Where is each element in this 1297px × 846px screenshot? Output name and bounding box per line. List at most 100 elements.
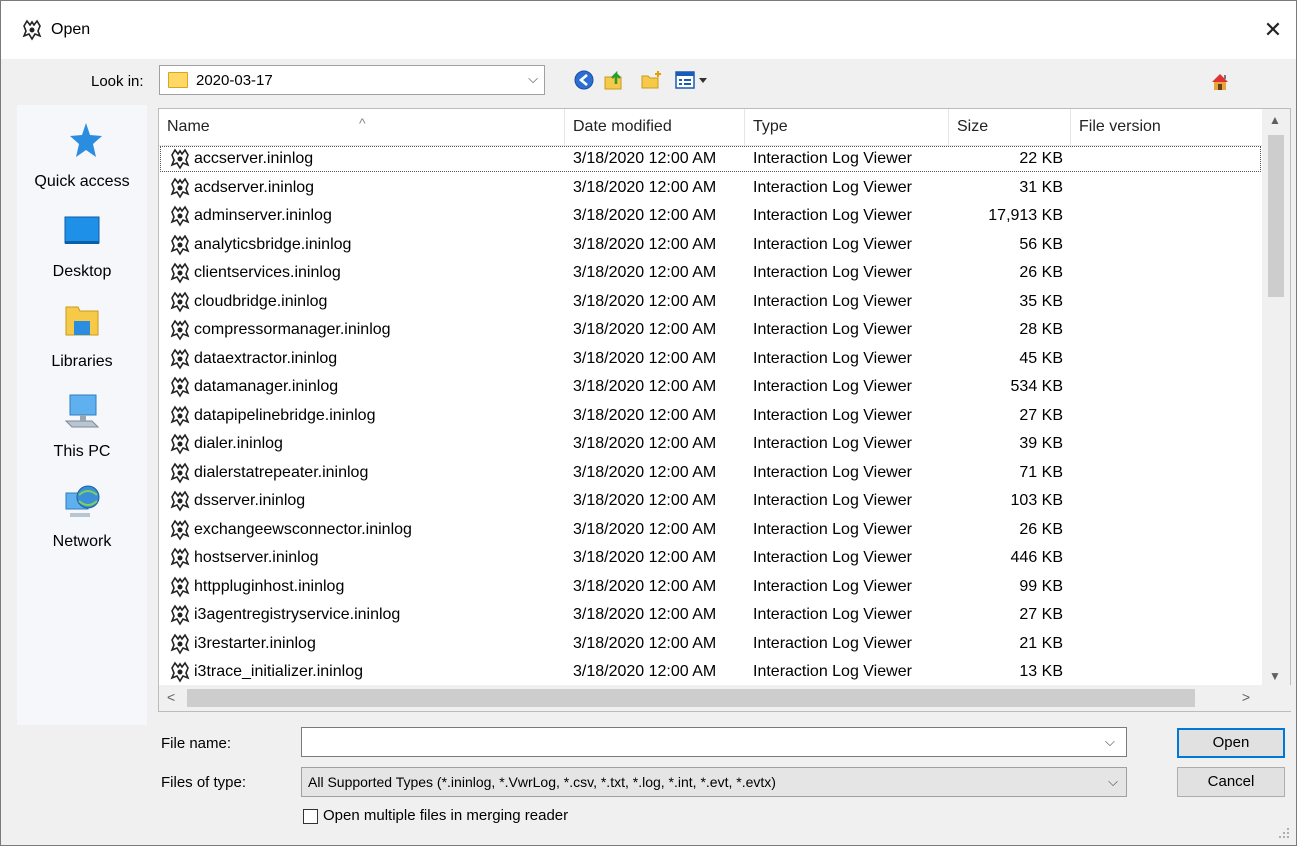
place-this-pc[interactable]: This PC [17, 391, 147, 471]
scroll-right-icon[interactable]: > [1242, 689, 1250, 705]
merge-checkbox-label[interactable]: Open multiple files in merging reader [323, 807, 568, 824]
log-file-icon [170, 148, 190, 170]
file-row[interactable]: dataextractor.ininlog 3/18/2020 12:00 AM I… [159, 345, 1262, 373]
file-name-cell: i3agentregistryservice.ininlog [169, 601, 565, 629]
chevron-down-icon: ⌵ [528, 71, 538, 86]
place-label: Quick access [34, 173, 130, 190]
vertical-scrollbar[interactable]: ▲ ▼ [1262, 109, 1290, 687]
file-type-cell: Interaction Log Viewer [753, 178, 912, 196]
file-row[interactable]: cloudbridge.ininlog 3/18/2020 12:00 AM Int… [159, 288, 1262, 316]
file-row[interactable]: compressormanager.ininlog 3/18/2020 12:00… [159, 316, 1262, 344]
chevron-down-icon[interactable]: ⌵ [1105, 734, 1115, 750]
file-row[interactable]: datapipelinebridge.ininlog 3/18/2020 12:0… [159, 402, 1262, 430]
file-date-cell: 3/18/2020 12:00 AM [573, 549, 717, 566]
file-row[interactable]: dsserver.ininlog 3/18/2020 12:00 AM Intera… [159, 487, 1262, 515]
file-date-cell: 3/18/2020 12:00 AM [573, 264, 717, 281]
file-size-cell: 17,913 KB [988, 207, 1063, 224]
file-row[interactable]: i3agentregistryservice.ininlog 3/18/2020 … [159, 601, 1262, 629]
file-type-label: Files of type: [161, 774, 247, 791]
file-size-cell: 103 KB [1010, 492, 1063, 509]
log-file-icon [170, 490, 190, 512]
file-row[interactable]: hostserver.ininlog 3/18/2020 12:00 AM Inte… [159, 544, 1262, 572]
file-row[interactable]: analyticsbridge.ininlog 3/18/2020 12:00 A… [159, 231, 1262, 259]
file-row[interactable]: dialerstatrepeater.ininlog 3/18/2020 12:0… [159, 459, 1262, 487]
column-header-type[interactable]: Type [745, 109, 949, 145]
log-file-icon [170, 319, 190, 341]
place-label: Network [52, 533, 112, 550]
scroll-thumb[interactable] [1268, 135, 1284, 297]
file-date-cell: 3/18/2020 12:00 AM [573, 207, 717, 224]
network-icon [65, 485, 100, 517]
file-row[interactable]: accserver.ininlog 3/18/2020 12:00 AM Inter… [159, 145, 1262, 173]
file-size-cell: 27 KB [1019, 406, 1063, 424]
file-type-cell: Interaction Log Viewer [753, 378, 912, 395]
file-row[interactable]: exchangeewsconnector.ininlog 3/18/2020 12… [159, 516, 1262, 544]
scroll-up-icon[interactable]: ▲ [1269, 113, 1281, 127]
close-button[interactable]: ✕ [1250, 1, 1296, 59]
horizontal-scroll-thumb[interactable] [187, 689, 1195, 707]
file-size-cell: 27 KB [1019, 606, 1063, 623]
file-size-cell: 39 KB [1019, 435, 1063, 452]
file-name-cell: acdserver.ininlog [169, 174, 565, 202]
file-name-cell: adminserver.ininlog [169, 202, 565, 230]
scroll-down-icon[interactable]: ▼ [1269, 669, 1281, 683]
file-type-cell: Interaction Log Viewer [753, 577, 912, 595]
place-quick-access[interactable]: Quick access [17, 121, 147, 201]
computer-icon [64, 394, 100, 428]
file-size-cell: 534 KB [1010, 378, 1063, 395]
look-in-dropdown[interactable]: 2020-03-17 ⌵ [159, 65, 545, 95]
libraries-icon [65, 306, 99, 336]
back-icon[interactable] [573, 69, 595, 91]
file-row[interactable]: adminserver.ininlog 3/18/2020 12:00 AM Int… [159, 202, 1262, 230]
place-desktop[interactable]: Desktop [17, 211, 147, 291]
file-size-cell: 35 KB [1019, 292, 1063, 310]
log-file-icon [170, 547, 190, 569]
file-row[interactable]: clientservices.ininlog 3/18/2020 12:00 AM… [159, 259, 1262, 287]
file-name-cell: dsserver.ininlog [169, 487, 565, 515]
file-date-cell: 3/18/2020 12:00 AM [573, 463, 717, 481]
file-row[interactable]: i3restarter.ininlog 3/18/2020 12:00 AM Int… [159, 630, 1262, 658]
file-type-cell: Interaction Log Viewer [753, 520, 912, 538]
merge-checkbox[interactable] [303, 809, 318, 824]
home-icon[interactable] [1209, 71, 1231, 93]
log-file-icon [170, 576, 190, 598]
column-header-file-version[interactable]: File version [1071, 109, 1262, 145]
file-name-label: File name: [161, 735, 232, 752]
file-date-cell: 3/18/2020 12:00 AM [573, 235, 717, 253]
log-file-icon [170, 661, 190, 683]
scroll-left-icon[interactable]: < [167, 689, 175, 705]
view-menu-icon[interactable] [674, 69, 714, 91]
file-date-cell: 3/18/2020 12:00 AM [573, 520, 717, 538]
file-row[interactable]: httppluginhost.ininlog 3/18/2020 12:00 AM… [159, 573, 1262, 601]
file-date-cell: 3/18/2020 12:00 AM [573, 663, 717, 680]
file-type-cell: Interaction Log Viewer [753, 150, 912, 167]
file-list[interactable]: ^ Name Date modified Type Size File vers… [158, 108, 1292, 712]
up-folder-icon[interactable] [603, 69, 625, 91]
open-button[interactable]: Open [1177, 728, 1285, 758]
resize-grip-icon[interactable] [1278, 827, 1290, 839]
file-type-dropdown[interactable]: All Supported Types (*.ininlog, *.VwrLog… [301, 767, 1127, 797]
file-date-cell: 3/18/2020 12:00 AM [573, 577, 717, 595]
place-network[interactable]: Network [17, 481, 147, 561]
file-name-cell: accserver.ininlog [169, 145, 565, 173]
file-row[interactable]: datamanager.ininlog 3/18/2020 12:00 AM Int… [159, 373, 1262, 401]
file-name-cell: analyticsbridge.ininlog [169, 231, 565, 259]
cancel-button[interactable]: Cancel [1177, 767, 1285, 797]
place-libraries[interactable]: Libraries [17, 301, 147, 381]
new-folder-icon[interactable] [641, 69, 663, 91]
column-header-date[interactable]: Date modified [565, 109, 745, 145]
file-name-cell: i3restarter.ininlog [169, 630, 565, 658]
file-date-cell: 3/18/2020 12:00 AM [573, 492, 717, 509]
place-label: Libraries [51, 353, 113, 370]
log-file-icon [170, 604, 190, 626]
file-name-input[interactable] [301, 727, 1127, 757]
column-header-size[interactable]: Size [949, 109, 1071, 145]
file-row[interactable]: i3trace_initializer.ininlog 3/18/2020 12:… [159, 658, 1262, 686]
file-row[interactable]: dialer.ininlog 3/18/2020 12:00 AM Interact… [159, 430, 1262, 458]
horizontal-scrollbar[interactable]: < > [159, 685, 1292, 711]
file-size-cell: 31 KB [1019, 178, 1063, 196]
column-header-name[interactable]: ^ Name [159, 109, 565, 145]
log-file-icon [170, 376, 190, 398]
file-row[interactable]: acdserver.ininlog 3/18/2020 12:00 AM Inter… [159, 174, 1262, 202]
app-icon [22, 19, 42, 41]
